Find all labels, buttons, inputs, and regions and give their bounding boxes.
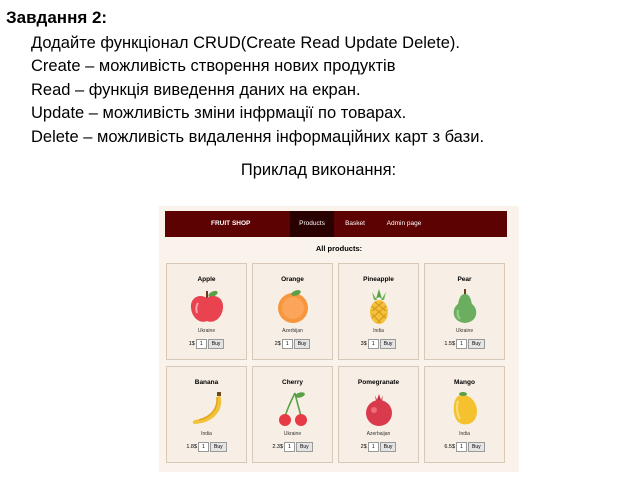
product-origin: Ukraine [455, 328, 474, 334]
product-card: Mango India 6.5$ 1 Buy [424, 366, 505, 463]
buy-row: 1.8$ 1 Buy [167, 442, 246, 452]
buy-button[interactable]: Buy [296, 442, 313, 452]
product-card: Cherry Ukraine 2.3$ 1 Buy [252, 366, 333, 463]
quantity-input[interactable]: 1 [367, 442, 379, 452]
product-name: Cherry [282, 379, 303, 386]
quantity-input[interactable]: 1 [367, 339, 379, 349]
buy-button[interactable]: Buy [293, 339, 311, 349]
product-name: Pineapple [363, 276, 394, 283]
product-card: Pear Ukraine 1.5$ 1 Buy [424, 263, 505, 360]
cherry-icon [273, 389, 313, 429]
quantity-input[interactable]: 1 [198, 442, 210, 452]
product-name: Pear [457, 276, 472, 283]
product-card: Apple Ukraine 1$ 1 Buy [166, 263, 247, 360]
orange-icon [273, 286, 313, 326]
product-card: Banana India 1.8$ 1 Buy [166, 366, 247, 463]
quantity-input[interactable]: 1 [456, 442, 468, 452]
buy-button[interactable]: Buy [210, 442, 227, 452]
quantity-input[interactable]: 1 [195, 339, 207, 349]
product-price: 3$ [360, 341, 367, 347]
buy-row: 1$ 1 Buy [167, 339, 246, 349]
mango-icon [445, 389, 485, 429]
buy-button[interactable]: Buy [379, 339, 397, 349]
product-name: Pomegranate [357, 379, 400, 386]
task-line: Read – функція виведення даних на екран. [31, 80, 361, 99]
buy-button[interactable]: Buy [468, 339, 485, 349]
product-origin: India [459, 431, 470, 437]
nav-products[interactable]: Products [290, 211, 334, 237]
buy-row: 6.5$ 1 Buy [425, 442, 504, 452]
buy-row: 1.5$ 1 Buy [425, 339, 504, 349]
product-origin: India [201, 431, 212, 437]
pear-icon [445, 286, 485, 326]
buy-row: 2$ 1 Buy [339, 442, 418, 452]
task-line: Update – можливість зміни інфрмації по т… [31, 104, 407, 123]
product-name: Mango [454, 379, 475, 386]
product-price: 1.8$ [186, 444, 198, 450]
nav-basket[interactable]: Basket [337, 211, 373, 237]
product-origin: India [373, 328, 384, 334]
product-origin: Azerbaijan [366, 431, 391, 437]
quantity-input[interactable]: 1 [456, 339, 468, 349]
example-screenshot: FRUIT SHOP Products Basket Admin page Al… [159, 206, 519, 472]
buy-row: 2.3$ 1 Buy [253, 442, 332, 452]
buy-button[interactable]: Buy [468, 442, 485, 452]
nav-admin-page[interactable]: Admin page [379, 211, 429, 237]
product-price: 1$ [188, 341, 195, 347]
brand-logo[interactable]: FRUIT SHOP [211, 211, 250, 237]
pineapple-icon [359, 286, 399, 326]
buy-button[interactable]: Buy [379, 442, 397, 452]
quantity-input[interactable]: 1 [284, 442, 296, 452]
product-origin: Ukraine [197, 328, 216, 334]
task-line: Delete – можливість видалення інформацій… [31, 127, 485, 146]
task-title: Завдання 2: [6, 8, 108, 27]
product-name: Apple [197, 276, 216, 283]
products-heading: All products: [315, 244, 363, 253]
product-card: Pineapple India 3$ 1 Buy [338, 263, 419, 360]
pomegranate-icon [359, 389, 399, 429]
buy-button[interactable]: Buy [207, 339, 225, 349]
product-price: 2$ [360, 444, 367, 450]
buy-row: 3$ 1 Buy [339, 339, 418, 349]
product-origin: Azerbijan [282, 328, 303, 334]
example-caption: Приклад виконання: [240, 161, 397, 179]
product-card: Pomegranate Azerbaijan 2$ 1 Buy [338, 366, 419, 463]
product-price: 6.5$ [444, 444, 456, 450]
apple-icon [187, 286, 227, 326]
product-card: Orange Azerbijan 2$ 1 Buy [252, 263, 333, 360]
product-origin: Ukraine [283, 431, 302, 437]
product-price: 2.3$ [272, 444, 284, 450]
task-line: Create – можливість створення нових прод… [31, 57, 396, 76]
banana-icon [187, 389, 227, 429]
product-name: Banana [194, 379, 219, 386]
navbar: FRUIT SHOP Products Basket Admin page [165, 211, 507, 237]
buy-row: 2$ 1 Buy [253, 339, 332, 349]
product-price: 2$ [274, 341, 281, 347]
task-line: Додайте функціонал CRUD(Create Read Upda… [31, 34, 460, 52]
quantity-input[interactable]: 1 [281, 339, 293, 349]
product-name: Orange [281, 276, 304, 283]
product-price: 1.5$ [444, 341, 456, 347]
task-description: Додайте функціонал CRUD(Create Read Upda… [31, 32, 484, 149]
